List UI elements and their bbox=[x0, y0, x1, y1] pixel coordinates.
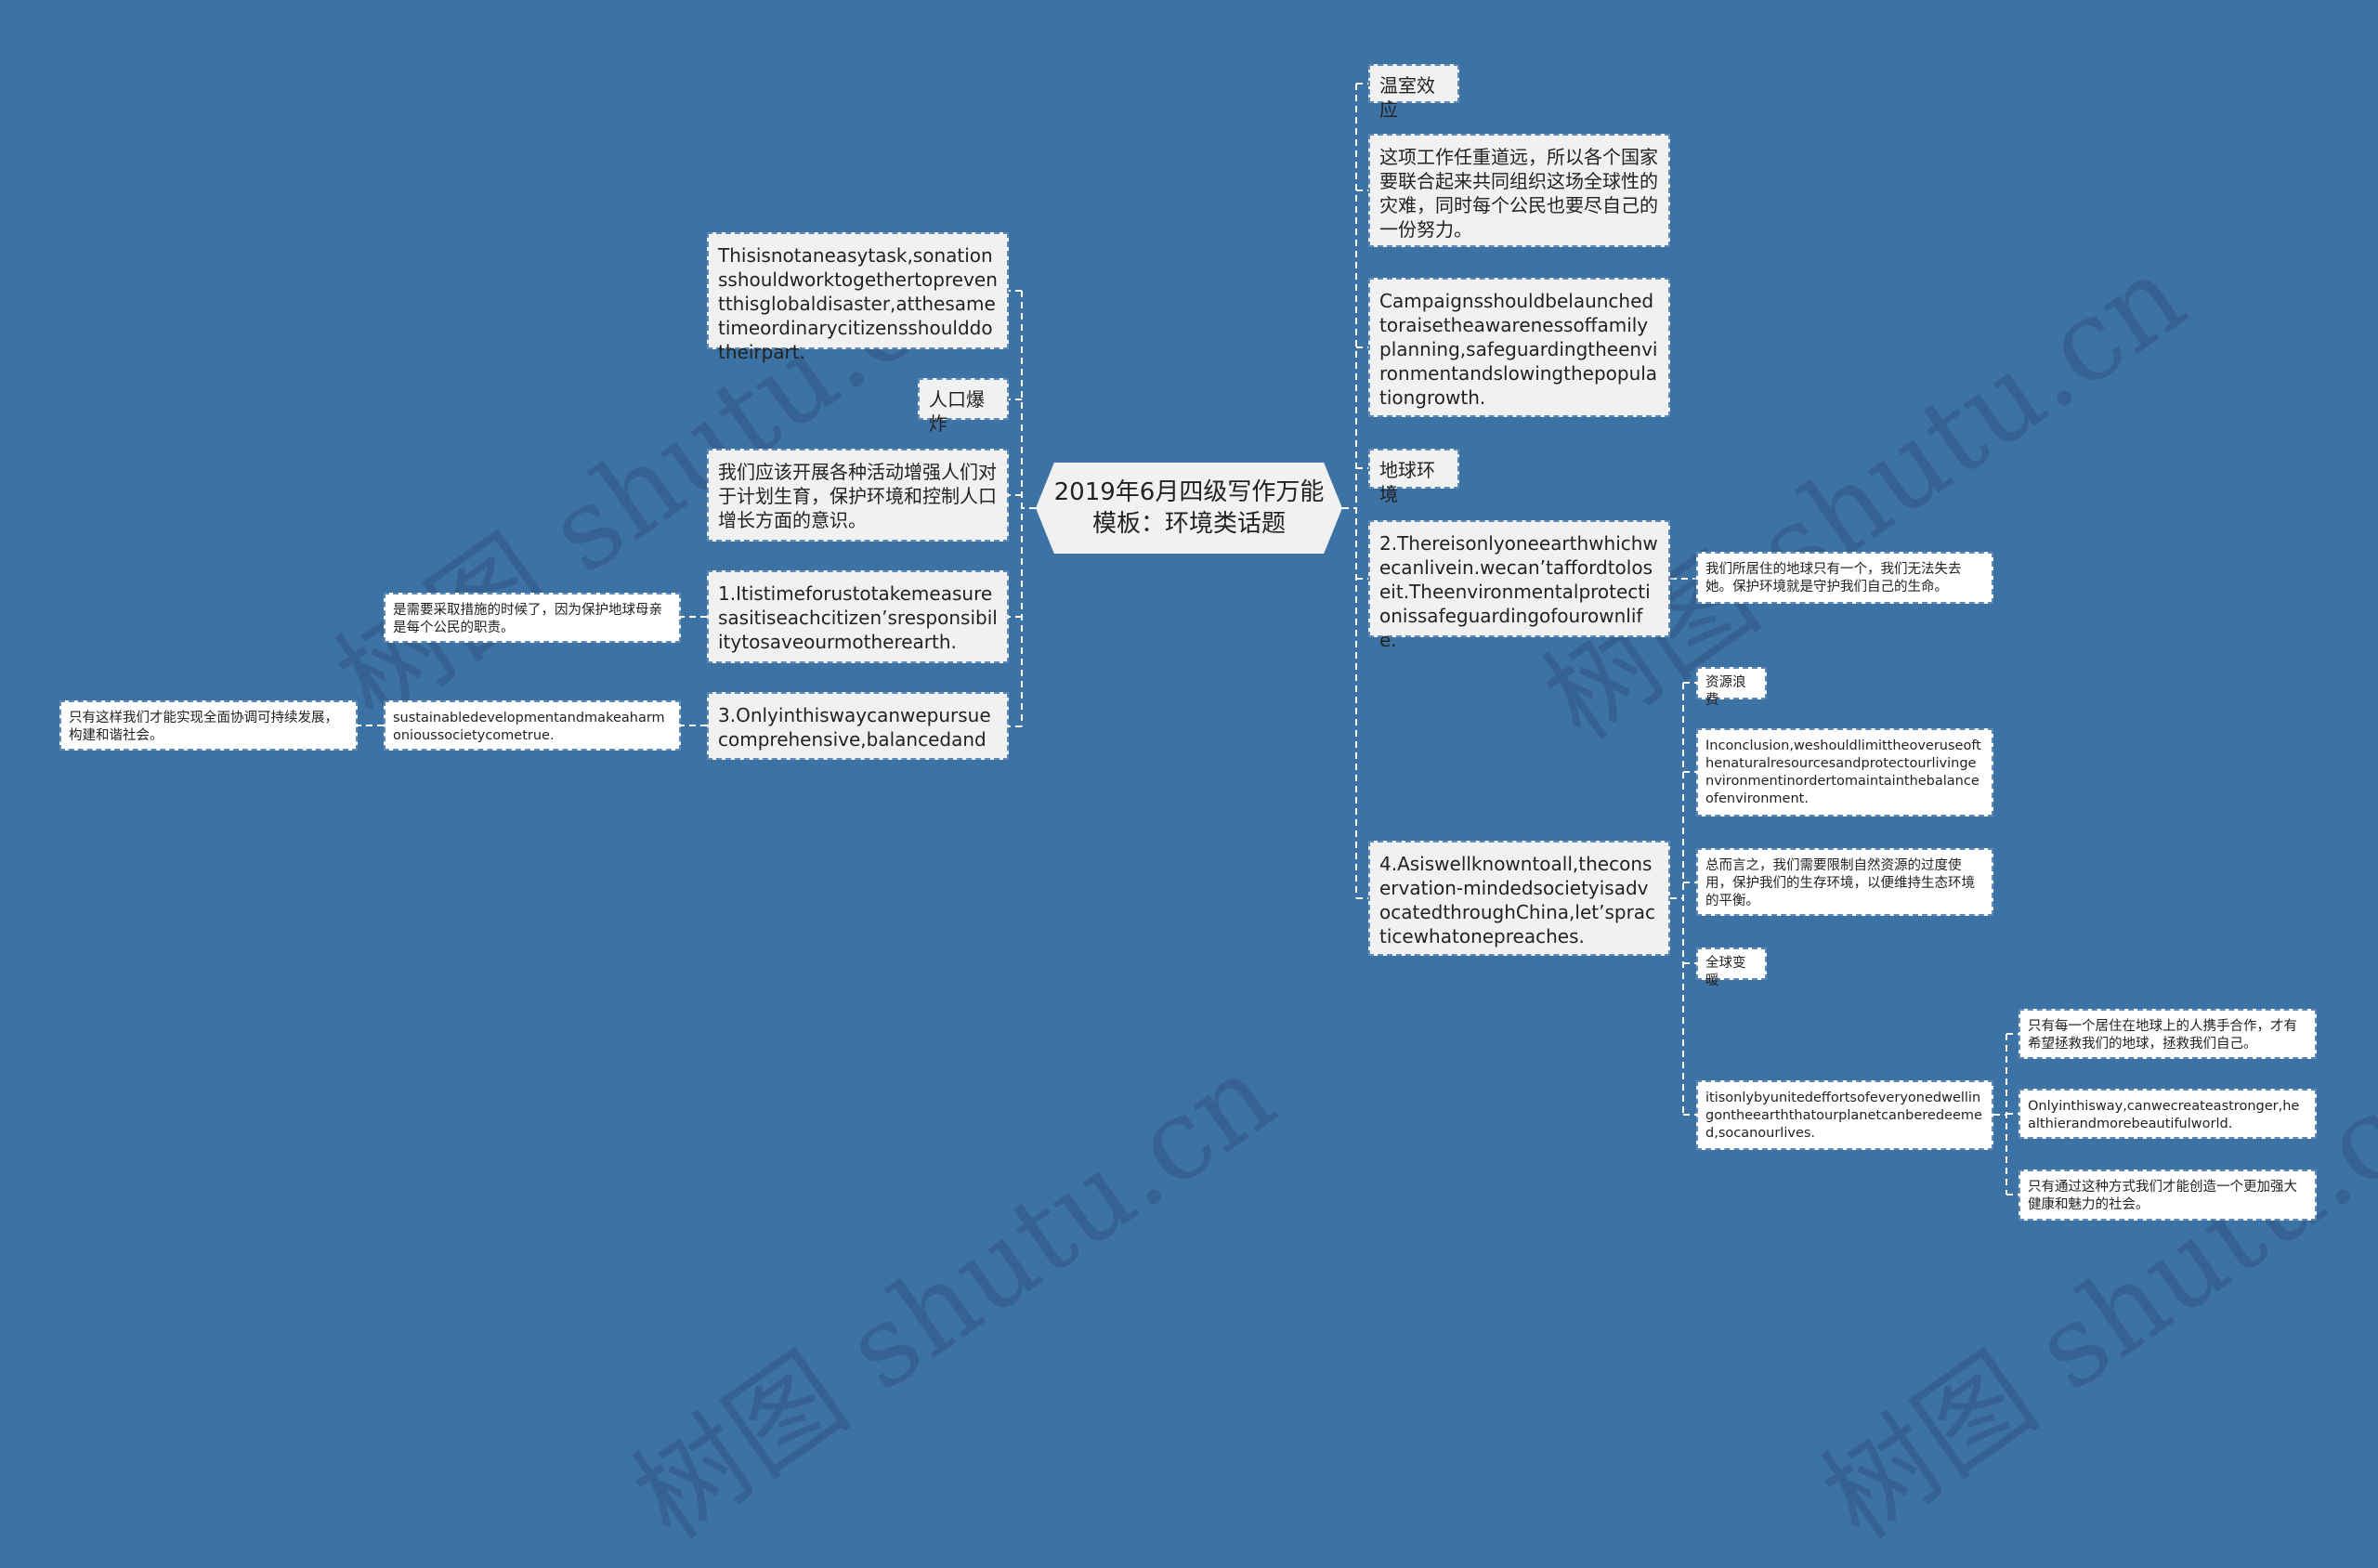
subtopic-node[interactable]: 总而言之，我们需要限制自然资源的过度使用，保护我们的生存环境，以便维持生态环境的… bbox=[1696, 848, 1993, 916]
root-topic[interactable]: 2019年6月四级写作万能 模板：环境类话题 bbox=[1036, 463, 1342, 554]
topic-node[interactable]: 1.Itistimeforustotakemeasuresasitiseachc… bbox=[707, 570, 1009, 663]
root-title-line1: 2019年6月四级写作万能 bbox=[1053, 478, 1325, 506]
topic-node[interactable]: 这项工作任重道远，所以各个国家要联合起来共同组织这场全球性的灾难，同时每个公民也… bbox=[1368, 134, 1670, 247]
subtopic-node[interactable]: 我们所居住的地球只有一个，我们无法失去她。保护环境就是守护我们自己的生命。 bbox=[1696, 552, 1993, 604]
root-title-line2: 模板：环境类话题 bbox=[1091, 510, 1286, 538]
subtopic-node[interactable]: 全球变暖 bbox=[1696, 947, 1767, 988]
subtopic-node[interactable]: itisonlybyunitedeffortsofeveryonedwellin… bbox=[1696, 1080, 1993, 1150]
topic-node[interactable]: Campaignsshouldbelaunchedtoraisetheaware… bbox=[1368, 278, 1670, 417]
topic-node[interactable]: 人口爆炸 bbox=[918, 378, 1009, 435]
topic-node[interactable]: Thisisnotaneasytask,sonationsshouldworkt… bbox=[707, 232, 1009, 363]
subtopic-node[interactable]: Inconclusion,weshouldlimittheoveruseofth… bbox=[1696, 728, 1993, 817]
subtopic-node[interactable]: 只有通过这种方式我们才能创造一个更加强大健康和魅力的社会。 bbox=[2019, 1169, 2317, 1221]
topic-node[interactable]: 2.Thereisonlyoneearthwhichwecanlivein.we… bbox=[1368, 520, 1670, 651]
subtopic-node[interactable]: 是需要采取措施的时候了，因为保护地球母亲是每个公民的职责。 bbox=[384, 593, 681, 643]
topic-node[interactable]: 4.Asiswellknowntoall,theconservation-min… bbox=[1368, 841, 1670, 956]
topic-node[interactable]: 温室效应 bbox=[1368, 64, 1459, 121]
subtopic-node[interactable]: 资源浪费 bbox=[1696, 667, 1767, 708]
topic-node[interactable]: 我们应该开展各种活动增强人们对于计划生育，保护环境和控制人口增长方面的意识。 bbox=[707, 449, 1009, 542]
subtopic-node[interactable]: 只有这样我们才能实现全面协调可持续发展，构建和谐社会。 bbox=[59, 700, 358, 751]
subtopic-node[interactable]: Onlyinthisway,canwecreateastronger,healt… bbox=[2019, 1089, 2317, 1139]
mind-map-canvas: 树图 shutu.cn 树图 shutu.cn 树图 shutu.cn 树图 s… bbox=[0, 0, 2378, 1563]
subtopic-node[interactable]: sustainabledevelopmentandmakeaharmonious… bbox=[384, 700, 681, 751]
topic-node[interactable]: 3.Onlyinthiswaycanwepursuecomprehensive,… bbox=[707, 692, 1009, 760]
subtopic-node[interactable]: 只有每一个居住在地球上的人携手合作，才有希望拯救我们的地球，拯救我们自己。 bbox=[2019, 1009, 2317, 1059]
topic-node[interactable]: 地球环境 bbox=[1368, 449, 1459, 505]
